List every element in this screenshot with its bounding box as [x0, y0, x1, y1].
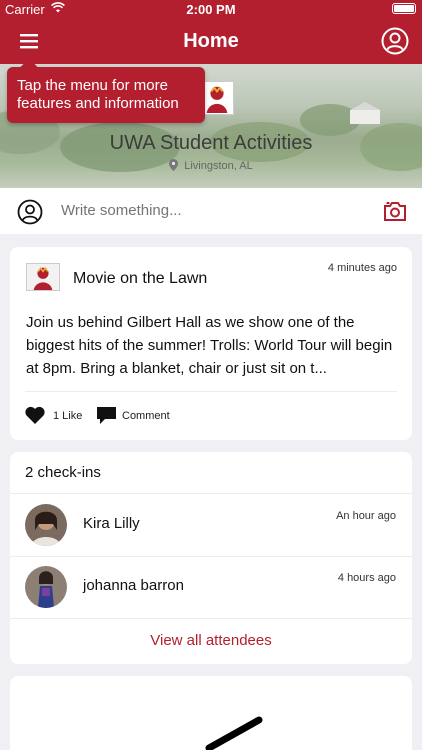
- like-count: 1 Like: [53, 410, 83, 422]
- attendee-row[interactable]: johanna barron 4 hours ago: [10, 556, 412, 618]
- organization-name: UWA Student Activities: [109, 132, 313, 154]
- avatar[interactable]: [25, 504, 67, 546]
- comment-icon: [97, 407, 116, 424]
- attendee-row[interactable]: Kira Lilly An hour ago: [10, 494, 412, 556]
- location-pin-icon: [169, 159, 179, 171]
- checkins-card: 2 check-ins Kira Lilly An hour ago johan…: [10, 452, 412, 664]
- user-circle-icon: [17, 199, 43, 225]
- user-circle-icon[interactable]: [380, 26, 410, 56]
- next-card: [10, 676, 412, 750]
- checkin-time: An hour ago: [336, 510, 396, 522]
- comment-label: Comment: [122, 410, 170, 422]
- divider: [25, 391, 397, 392]
- post-body[interactable]: Join us behind Gilbert Hall as we show o…: [26, 311, 398, 380]
- checkin-time: 4 hours ago: [337, 572, 396, 584]
- post-input[interactable]: [61, 202, 341, 219]
- divider: [10, 618, 412, 619]
- attendee-name[interactable]: Kira Lilly: [83, 515, 140, 532]
- post-card[interactable]: Movie on the Lawn 4 minutes ago Join us …: [10, 247, 412, 440]
- post-timestamp: 4 minutes ago: [327, 262, 397, 274]
- organization-logo[interactable]: [200, 81, 234, 115]
- comment-button[interactable]: Comment: [96, 406, 186, 426]
- event-title[interactable]: Movie on the Lawn: [73, 270, 207, 288]
- view-all-attendees-link[interactable]: View all attendees: [10, 632, 412, 649]
- avatar[interactable]: [25, 566, 67, 608]
- page-title: Home: [183, 30, 239, 52]
- nav-bar: Home: [0, 18, 422, 64]
- compose-bar: [0, 188, 422, 234]
- menu-tooltip[interactable]: Tap the menu for more features and infor…: [7, 67, 205, 123]
- checkins-heading: 2 check-ins: [25, 464, 101, 481]
- attendee-name[interactable]: johanna barron: [83, 577, 184, 594]
- location-label: Livingston, AL: [184, 160, 253, 172]
- event-thumbnail[interactable]: [26, 263, 60, 291]
- status-bar: Carrier 2:00 PM: [0, 0, 422, 18]
- battery-icon: [392, 3, 416, 14]
- status-time: 2:00 PM: [186, 2, 236, 17]
- camera-icon[interactable]: [383, 200, 407, 222]
- like-button[interactable]: 1 Like: [24, 406, 84, 426]
- heart-icon: [25, 406, 45, 424]
- organization-location: Livingston, AL: [0, 159, 422, 172]
- content-image: [205, 716, 263, 750]
